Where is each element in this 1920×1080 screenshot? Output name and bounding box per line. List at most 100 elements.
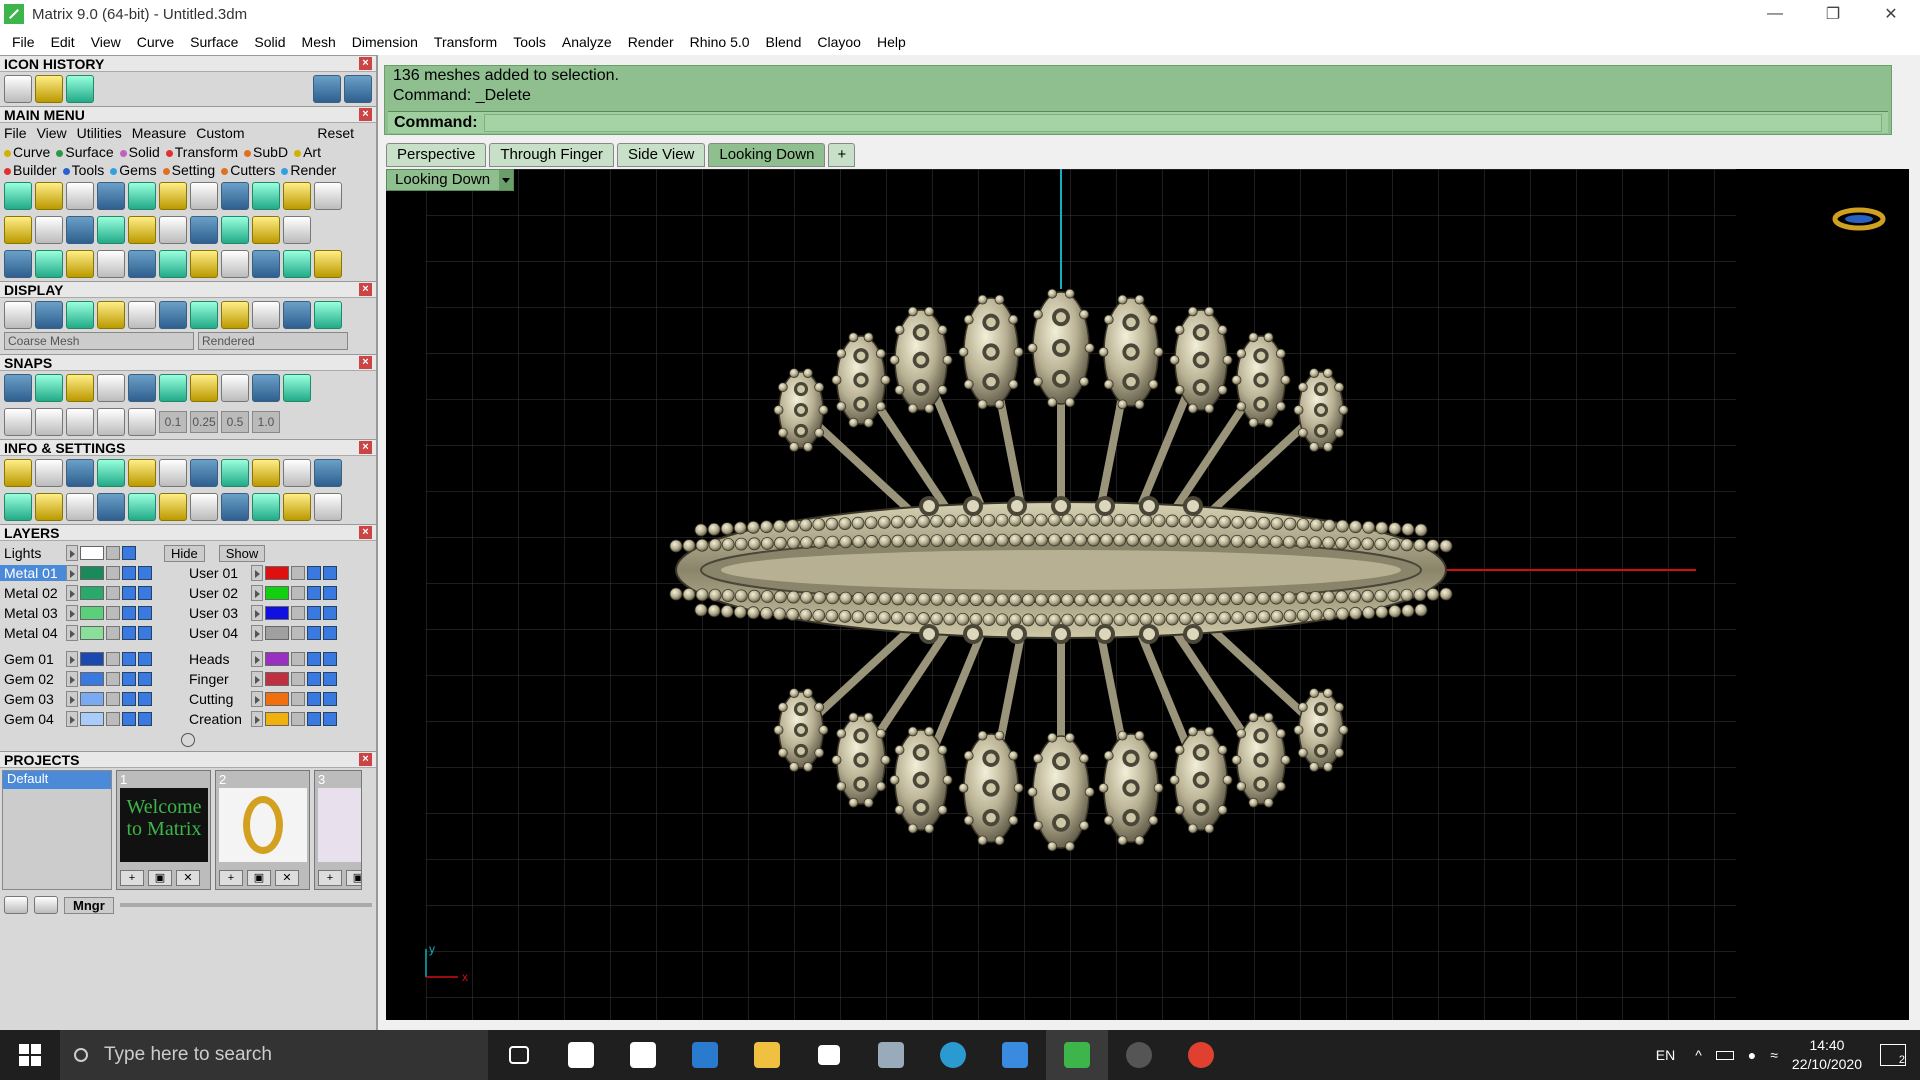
layer-color-swatch[interactable] (80, 586, 104, 600)
tool-icon[interactable] (4, 182, 32, 210)
layer-name[interactable]: Heads (185, 651, 251, 667)
lock-icon[interactable] (291, 606, 305, 620)
reset-button[interactable]: Reset (317, 125, 354, 141)
tool-icon[interactable] (97, 374, 125, 402)
layer-name[interactable]: Gem 03 (0, 691, 66, 707)
delete-icon[interactable]: ✕ (275, 870, 299, 886)
visibility-icon[interactable] (122, 586, 136, 600)
main-menu-file[interactable]: File (4, 125, 27, 141)
menu-view[interactable]: View (83, 34, 129, 50)
category-art[interactable]: Art (294, 144, 321, 160)
tool-icon[interactable] (66, 459, 94, 487)
tool-icon[interactable] (35, 250, 63, 278)
menu-help[interactable]: Help (869, 34, 914, 50)
menu-clayoo[interactable]: Clayoo (809, 34, 869, 50)
close-button[interactable]: ✕ (1862, 0, 1920, 28)
store-icon[interactable] (550, 1030, 612, 1080)
layer-color-swatch[interactable] (265, 566, 289, 580)
close-section-icon[interactable]: × (359, 57, 372, 70)
menu-transform[interactable]: Transform (426, 34, 505, 50)
visibility-icon[interactable] (323, 626, 337, 640)
lock-icon[interactable] (106, 546, 120, 560)
tool-icon[interactable] (66, 374, 94, 402)
tool-icon[interactable] (128, 182, 156, 210)
menu-render[interactable]: Render (620, 34, 682, 50)
category-render[interactable]: Render (281, 162, 336, 178)
tool-icon[interactable] (221, 301, 249, 329)
lights-color-swatch[interactable] (80, 546, 104, 560)
layer-color-swatch[interactable] (265, 672, 289, 686)
tool-icon[interactable] (283, 459, 311, 487)
tool-icon[interactable] (283, 216, 311, 244)
visibility-icon[interactable] (323, 566, 337, 580)
lock-icon[interactable] (291, 626, 305, 640)
expand-icon[interactable] (66, 545, 78, 561)
visibility-icon[interactable] (307, 626, 321, 640)
tool-icon[interactable] (159, 250, 187, 278)
snap-tool-icon[interactable] (97, 408, 125, 436)
category-gems[interactable]: Gems (110, 162, 157, 178)
tool-icon[interactable] (128, 374, 156, 402)
start-button[interactable] (0, 1030, 60, 1080)
tool-icon[interactable] (159, 374, 187, 402)
tool-icon[interactable] (252, 459, 280, 487)
layer-name[interactable]: Metal 04 (0, 625, 66, 641)
tool-icon[interactable] (66, 182, 94, 210)
chrome-icon[interactable] (1170, 1030, 1232, 1080)
tool-icon[interactable] (35, 301, 63, 329)
layer-row[interactable]: Gem 04 (0, 709, 185, 729)
expand-icon[interactable] (66, 605, 78, 621)
visibility-icon[interactable] (122, 692, 136, 706)
app-icon[interactable] (1108, 1030, 1170, 1080)
add-icon[interactable]: + (318, 870, 342, 886)
visibility-icon[interactable] (138, 652, 152, 666)
lock-icon[interactable] (291, 712, 305, 726)
category-setting[interactable]: Setting (162, 162, 215, 178)
hide-button[interactable]: Hide (164, 544, 205, 562)
save-icon[interactable]: ▣ (346, 870, 361, 886)
lock-icon[interactable] (106, 626, 120, 640)
project-thumbnail[interactable]: 1 Welcome to Matrix + ▣ ✕ (116, 770, 211, 890)
display-mode-select[interactable]: Rendered (198, 332, 348, 350)
menu-edit[interactable]: Edit (43, 34, 83, 50)
delete-icon[interactable]: ✕ (176, 870, 200, 886)
menu-dimension[interactable]: Dimension (344, 34, 426, 50)
visibility-icon[interactable] (122, 672, 136, 686)
scroll-down-icon[interactable] (181, 733, 195, 747)
tool-icon[interactable] (221, 250, 249, 278)
layer-color-swatch[interactable] (265, 606, 289, 620)
layers-scroll-handle[interactable] (0, 729, 376, 751)
lock-icon[interactable] (106, 566, 120, 580)
show-button[interactable]: Show (218, 544, 266, 562)
tool-icon[interactable] (4, 216, 32, 244)
snap-value-button[interactable]: 1.0 (252, 411, 280, 433)
menu-file[interactable]: File (4, 34, 43, 50)
layer-row[interactable]: Metal 04 (0, 623, 185, 643)
tool-icon[interactable] (190, 216, 218, 244)
restore-button[interactable]: ❐ (1804, 0, 1862, 28)
close-section-icon[interactable]: × (359, 753, 372, 766)
tab-through-finger[interactable]: Through Finger (489, 143, 614, 167)
lock-icon[interactable] (106, 672, 120, 686)
layer-name[interactable]: Gem 01 (0, 651, 66, 667)
tool-icon[interactable] (66, 493, 94, 521)
add-project-icon[interactable] (4, 896, 28, 914)
visibility-icon[interactable] (122, 652, 136, 666)
layer-color-swatch[interactable] (80, 692, 104, 706)
tool-icon[interactable] (159, 182, 187, 210)
save-icon[interactable]: ▣ (148, 870, 172, 886)
tool-icon[interactable] (283, 493, 311, 521)
layer-color-swatch[interactable] (80, 566, 104, 580)
tool-icon[interactable] (283, 301, 311, 329)
tool-icon[interactable] (314, 459, 342, 487)
tool-icon[interactable] (252, 182, 280, 210)
layer-name[interactable]: Metal 02 (0, 585, 66, 601)
tool-icon[interactable] (128, 493, 156, 521)
visibility-icon[interactable] (138, 586, 152, 600)
expand-icon[interactable] (66, 565, 78, 581)
wifi-icon[interactable]: ≈ (1770, 1047, 1778, 1063)
visibility-icon[interactable] (323, 692, 337, 706)
expand-icon[interactable] (251, 711, 263, 727)
lock-icon[interactable] (291, 652, 305, 666)
tool-icon[interactable] (97, 182, 125, 210)
